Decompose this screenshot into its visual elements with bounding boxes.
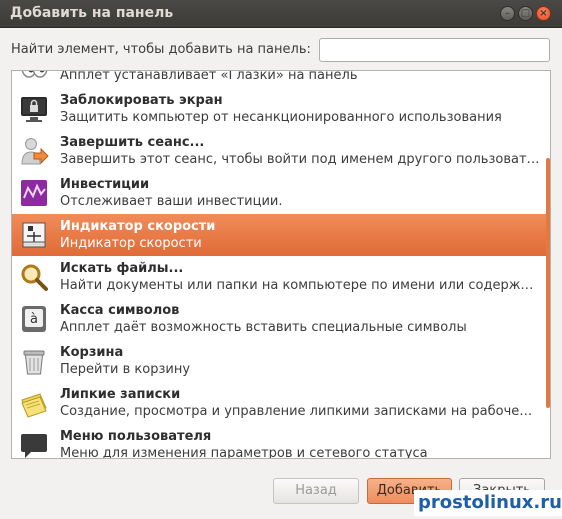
applet-list[interactable]: Апплет устанавливает «Глазки» на панель …: [11, 70, 551, 459]
trash-icon: [19, 346, 49, 376]
window-titlebar: Добавить на панель – □ ×: [0, 0, 562, 28]
investments-icon: [19, 178, 49, 208]
list-item[interactable]: Заблокировать экран Защитить компьютер о…: [12, 88, 550, 130]
list-item[interactable]: Инвестиции Отслеживает ваши инвестиции.: [12, 172, 550, 214]
item-desc: Завершить этот сеанс, чтобы войти под им…: [60, 152, 540, 167]
lock-screen-icon: [19, 94, 49, 124]
applet-list-content: Апплет устанавливает «Глазки» на панель …: [12, 70, 550, 459]
maximize-button[interactable]: □: [518, 6, 533, 21]
search-label: Найти элемент, чтобы добавить на панель:: [11, 42, 311, 57]
watermark-text: prostolinux.ru: [414, 490, 562, 516]
search-files-icon: [19, 262, 49, 292]
window-title: Добавить на панель: [10, 5, 174, 21]
character-map-icon: à: [19, 304, 49, 334]
item-name: Индикатор скорости: [60, 219, 216, 234]
item-name: Липкие записки: [60, 387, 181, 402]
list-item-selected[interactable]: Индикатор скорости Индикатор скорости: [12, 214, 550, 256]
list-item[interactable]: Меню пользователя Меню для изменения пар…: [12, 424, 550, 459]
speed-indicator-icon: [19, 220, 49, 250]
back-button[interactable]: Назад: [273, 478, 359, 504]
list-item[interactable]: Искать файлы... Найти документы или папк…: [12, 256, 550, 298]
minimize-button[interactable]: –: [500, 6, 515, 21]
item-name: Корзина: [60, 345, 124, 360]
item-name: Искать файлы...: [60, 261, 184, 276]
list-item[interactable]: Апплет устанавливает «Глазки» на панель: [12, 70, 550, 88]
item-desc: Апплет даёт возможность вставить специал…: [60, 320, 467, 335]
item-desc: Защитить компьютер от несанкционированно…: [60, 110, 502, 125]
item-desc: Перейти в корзину: [60, 362, 191, 377]
list-scrollbar[interactable]: [546, 158, 550, 408]
sticky-notes-icon: [19, 388, 49, 418]
item-desc: Меню для изменения параметров и сетевого…: [60, 446, 428, 459]
item-desc: Отслеживает ваши инвестиции.: [60, 194, 283, 209]
list-item[interactable]: Завершить сеанс... Завершить этот сеанс,…: [12, 130, 550, 172]
item-name: Заблокировать экран: [60, 93, 223, 108]
svg-text:à: à: [30, 312, 38, 327]
item-name: Завершить сеанс...: [60, 135, 205, 150]
list-item[interactable]: à Касса символов Апплет даёт возможность…: [12, 298, 550, 340]
item-desc: Апплет устанавливает «Глазки» на панель: [60, 70, 358, 83]
eyes-icon: [19, 71, 49, 82]
item-desc: Индикатор скорости: [60, 236, 202, 251]
item-name: Касса символов: [60, 303, 180, 318]
user-menu-icon: [19, 430, 49, 458]
item-name: Меню пользователя: [60, 429, 212, 444]
item-name: Инвестиции: [60, 177, 150, 192]
search-input[interactable]: [319, 38, 550, 62]
logout-icon: [19, 136, 49, 166]
close-window-button[interactable]: ×: [536, 6, 551, 21]
item-desc: Создание, просмотра и управление липкими…: [60, 404, 533, 419]
item-desc: Найти документы или папки на компьютере …: [60, 278, 534, 293]
list-item[interactable]: Корзина Перейти в корзину: [12, 340, 550, 382]
list-item[interactable]: Липкие записки Создание, просмотра и упр…: [12, 382, 550, 424]
